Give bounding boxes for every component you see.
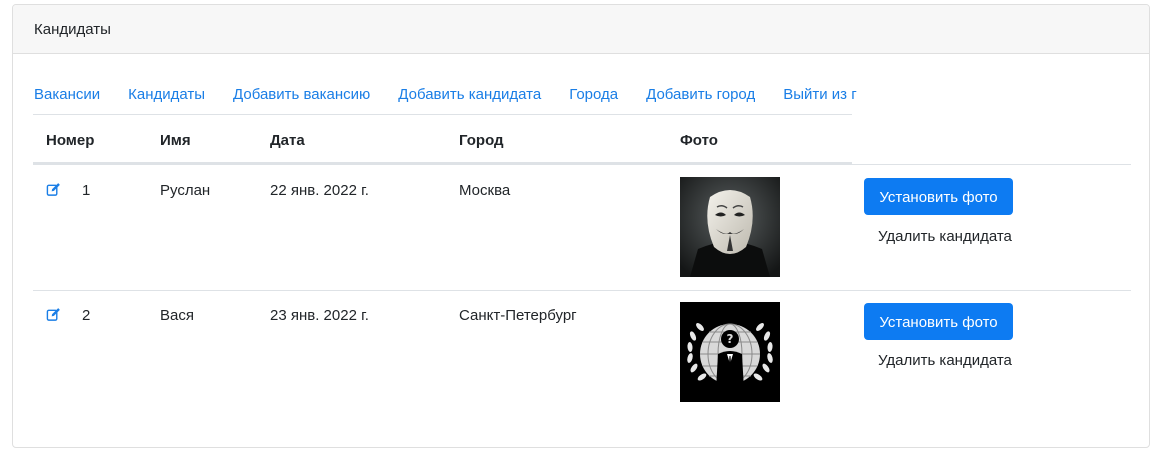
cell-date: 23 янв. 2022 г. [270, 307, 369, 324]
header-city: Город [459, 132, 504, 149]
cell-city: Санкт-Петербург [459, 307, 577, 324]
edit-icon[interactable] [46, 182, 61, 197]
nav-link-candidates[interactable]: Кандидаты [128, 86, 205, 103]
set-photo-button[interactable]: Установить фото [864, 303, 1013, 340]
cell-number: 1 [82, 182, 91, 199]
anonymous-logo-photo-icon: ? [680, 302, 780, 402]
nav-link-logout[interactable]: Выйти из г [783, 86, 856, 103]
svg-text:?: ? [727, 332, 734, 346]
card-header: Кандидаты [13, 5, 1149, 54]
card-title: Кандидаты [34, 21, 111, 38]
candidate-photo-anonymous: ? [680, 302, 780, 402]
main-nav: Вакансии Кандидаты Добавить вакансию Добави… [34, 86, 885, 108]
header-photo: Фото [680, 132, 718, 149]
row-divider [33, 290, 1131, 291]
delete-candidate-link[interactable]: Удалить кандидата [878, 228, 1012, 245]
nav-divider [33, 114, 852, 115]
header-name: Имя [160, 132, 191, 149]
header-date: Дата [270, 132, 305, 149]
nav-link-add-vacancy[interactable]: Добавить вакансию [233, 86, 370, 103]
nav-link-vacancies[interactable]: Вакансии [34, 86, 100, 103]
mask-photo-icon [680, 177, 780, 277]
cell-date: 22 янв. 2022 г. [270, 182, 369, 199]
delete-candidate-link[interactable]: Удалить кандидата [878, 352, 1012, 369]
cell-name: Руслан [160, 182, 211, 199]
nav-link-cities[interactable]: Города [569, 86, 618, 103]
row-divider [33, 164, 1131, 165]
nav-link-add-candidate[interactable]: Добавить кандидата [398, 86, 541, 103]
nav-link-add-city[interactable]: Добавить город [646, 86, 755, 103]
candidates-card: Кандидаты Вакансии Кандидаты Добавить вака… [12, 4, 1150, 448]
candidate-photo-mask [680, 177, 780, 277]
cell-name: Вася [160, 307, 194, 324]
cell-city: Москва [459, 182, 511, 199]
set-photo-button[interactable]: Установить фото [864, 178, 1013, 215]
header-number: Номер [46, 132, 95, 149]
edit-icon[interactable] [46, 307, 61, 322]
cell-number: 2 [82, 307, 91, 324]
